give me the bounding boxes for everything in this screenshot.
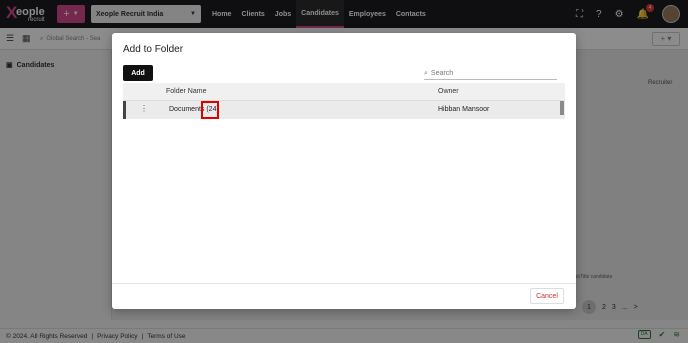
add-to-folder-dialog: Add to Folder Add ⌕ Search Folder Name O…: [112, 33, 576, 309]
dialog-title: Add to Folder: [123, 44, 184, 55]
add-folder-button[interactable]: Add: [123, 65, 153, 81]
highlight-box: [201, 101, 219, 119]
folder-search-placeholder: Search: [430, 70, 454, 77]
folder-search-input[interactable]: ⌕ Search: [424, 68, 557, 80]
column-header-owner: Owner: [438, 88, 459, 95]
table-row[interactable]: ⋮ Documents (24) Hibban Mansoor: [123, 101, 565, 119]
folder-table: Folder Name Owner ⋮ Documents (24) Hibba…: [123, 83, 565, 119]
column-header-folder-name: Folder Name: [166, 88, 207, 95]
cancel-button[interactable]: Cancel: [530, 288, 564, 304]
search-icon: ⌕: [424, 69, 428, 77]
table-header: Folder Name Owner: [123, 83, 565, 101]
more-vertical-icon[interactable]: ⋮: [140, 104, 148, 113]
scrollbar[interactable]: [560, 101, 564, 115]
owner-cell: Hibban Mansoor: [438, 106, 490, 113]
dialog-footer-divider: [112, 283, 576, 284]
